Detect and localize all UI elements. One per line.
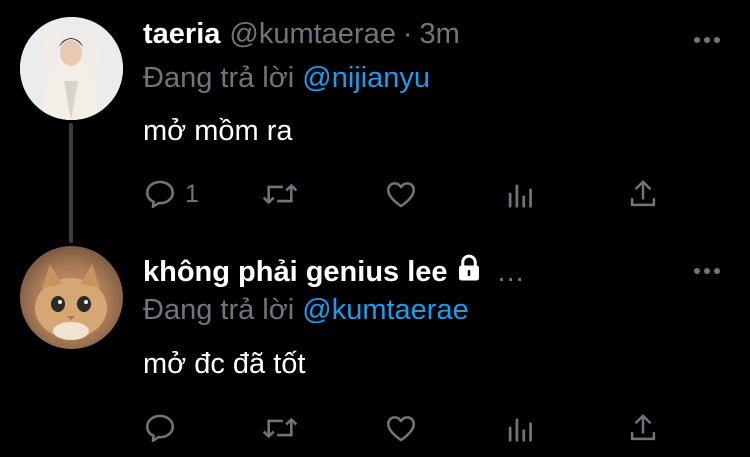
like-icon <box>386 416 416 442</box>
like-button[interactable] <box>384 410 418 446</box>
retweet-icon <box>262 418 298 438</box>
separator: · <box>402 18 413 50</box>
protected-account <box>454 253 484 291</box>
action-bar: 1 <box>143 176 703 212</box>
display-name[interactable]: taeria <box>143 18 220 51</box>
mention-link[interactable]: @kumtaerae <box>302 294 468 326</box>
tweet-text: mở đc đã tốt <box>143 348 306 380</box>
share-icon <box>630 414 656 441</box>
reply-count: 1 <box>185 179 199 208</box>
avatar[interactable] <box>20 17 123 120</box>
more-options-button[interactable] <box>692 32 722 46</box>
display-name[interactable]: không phải genius lee <box>143 256 448 289</box>
reply-button[interactable]: 1 <box>143 176 199 212</box>
lock-icon <box>458 254 479 281</box>
like-button[interactable] <box>384 176 418 212</box>
avatar[interactable] <box>20 246 123 349</box>
share-button[interactable] <box>628 410 658 446</box>
replying-to: Đang trả lời @nijianyu <box>143 62 430 95</box>
replying-prefix: Đang trả lời <box>143 62 295 94</box>
like-icon <box>386 182 416 208</box>
retweet-button[interactable] <box>261 410 299 446</box>
replying-prefix: Đang trả lời <box>143 294 295 326</box>
action-bar <box>143 410 703 446</box>
avatar-person-photo <box>20 17 123 120</box>
tweet-header: không phải genius lee ... <box>143 253 525 291</box>
reply-icon <box>145 180 175 209</box>
analytics-icon <box>508 418 532 442</box>
analytics-icon <box>508 184 532 208</box>
tweet-header: taeria @kumtaerae · 3m <box>143 18 460 51</box>
reply-icon <box>145 414 175 443</box>
more-icon <box>694 37 720 43</box>
retweet-icon <box>262 184 298 204</box>
truncated-ellipsis: ... <box>497 255 525 288</box>
replying-to: Đang trả lời @kumtaerae <box>143 294 469 327</box>
user-handle[interactable]: @kumtaerae <box>229 18 395 51</box>
more-options-button[interactable] <box>692 263 722 277</box>
analytics-button[interactable] <box>506 176 536 212</box>
tweet-text: mở mồm ra <box>143 115 293 147</box>
more-icon <box>694 268 720 274</box>
mention-link[interactable]: @nijianyu <box>302 62 430 94</box>
reply-button[interactable] <box>143 410 177 446</box>
thread-connector-line <box>69 123 73 243</box>
analytics-button[interactable] <box>506 410 536 446</box>
share-button[interactable] <box>628 176 658 212</box>
share-icon <box>630 180 656 207</box>
avatar-cat-photo <box>20 246 123 349</box>
retweet-button[interactable] <box>261 176 299 212</box>
timestamp[interactable]: 3m <box>420 18 460 51</box>
